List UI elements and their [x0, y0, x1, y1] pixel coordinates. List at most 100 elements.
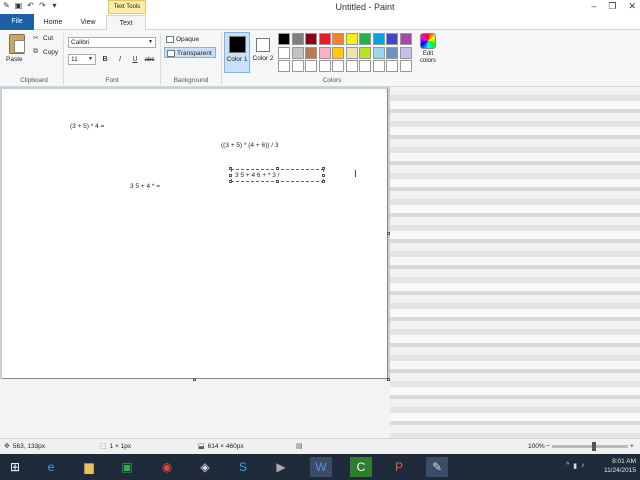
redo-icon[interactable]: ↷: [38, 1, 47, 10]
powerpoint-icon[interactable]: P: [388, 457, 410, 477]
resize-handle[interactable]: [276, 167, 279, 170]
word-icon[interactable]: W: [310, 457, 332, 477]
palette-swatch[interactable]: [332, 60, 344, 72]
resize-handle[interactable]: [229, 174, 232, 177]
internet-explorer-icon[interactable]: e: [40, 457, 62, 477]
chevron-down-icon: ▼: [88, 56, 93, 62]
save-icon[interactable]: ▣: [14, 1, 23, 10]
palette-swatch[interactable]: [318, 60, 331, 72]
palette-swatch[interactable]: [278, 33, 290, 45]
palette-swatch[interactable]: [278, 60, 290, 72]
palette-swatch[interactable]: [318, 33, 331, 45]
separator: [221, 33, 222, 85]
tab-home[interactable]: Home: [36, 15, 70, 30]
palette-swatch[interactable]: [345, 33, 358, 45]
palette-swatch[interactable]: [386, 33, 398, 45]
palette-swatch[interactable]: [332, 33, 344, 45]
selection-icon: ⬚: [100, 443, 107, 450]
zoom-slider[interactable]: [552, 442, 628, 451]
disk-icon: ▤: [296, 443, 303, 450]
opaque-option[interactable]: Opaque: [164, 34, 216, 45]
palette-swatch[interactable]: [305, 46, 317, 59]
separator: [160, 33, 161, 85]
store-icon[interactable]: ▣: [116, 457, 138, 477]
taskbar-clock[interactable]: 8:01 AM 11/24/2015: [604, 457, 636, 475]
colors-group-label: Colors: [322, 77, 342, 84]
virtualbox-icon[interactable]: ◈: [194, 457, 216, 477]
paste-icon[interactable]: [9, 34, 25, 54]
resize-handle[interactable]: [229, 167, 232, 170]
canvas-resize-handle-bottom[interactable]: [193, 378, 196, 381]
color2-button[interactable]: Color 2: [252, 32, 276, 73]
taskbar: ⊞ e ▆ ▣ ◉ ◈ S ▶ W C P ✎ ^ ▮ ♪ 8:01 AM 11…: [0, 454, 640, 480]
drawing-canvas[interactable]: (3 + 5) * 4 = ((3 + 5) * (4 + 6)) / 3 3 …: [2, 89, 388, 379]
camtasia-icon[interactable]: C: [350, 457, 372, 477]
palette-swatch[interactable]: [399, 46, 412, 59]
palette-swatch[interactable]: [332, 46, 344, 59]
network-icon[interactable]: ▮: [573, 462, 577, 470]
italic-button[interactable]: I: [115, 55, 125, 65]
palette-swatch[interactable]: [305, 33, 317, 45]
paste-button[interactable]: Paste: [6, 56, 23, 63]
chrome-icon[interactable]: ◉: [156, 457, 178, 477]
resize-handle[interactable]: [229, 180, 232, 183]
palette-swatch[interactable]: [305, 60, 317, 72]
palette-swatch[interactable]: [386, 60, 398, 72]
palette-swatch[interactable]: [345, 60, 358, 72]
clock-date: 11/24/2015: [603, 467, 636, 474]
paint-taskbar-icon[interactable]: ✎: [426, 457, 448, 477]
chevron-up-icon[interactable]: ^: [566, 462, 569, 470]
palette-swatch[interactable]: [386, 46, 398, 59]
palette-swatch[interactable]: [291, 60, 304, 72]
palette-swatch[interactable]: [359, 33, 371, 45]
copy-button[interactable]: ⧉ Copy: [33, 48, 58, 56]
minimize-button[interactable]: –: [591, 0, 596, 13]
tab-text[interactable]: Text: [106, 15, 146, 31]
customize-qat-icon[interactable]: ▾: [50, 1, 59, 10]
palette-swatch[interactable]: [359, 46, 371, 59]
palette-swatch[interactable]: [372, 33, 385, 45]
skype-icon[interactable]: S: [232, 457, 254, 477]
canvas-text-expr2: ((3 + 5) * (4 + 6)) / 3: [221, 142, 279, 149]
canvas-resize-handle-corner[interactable]: [387, 378, 390, 381]
zoom-slider-thumb[interactable]: [592, 442, 596, 451]
undo-icon[interactable]: ↶: [26, 1, 35, 10]
edit-colors-button[interactable]: Edit colors: [416, 33, 440, 73]
palette-swatch[interactable]: [291, 46, 304, 59]
resize-handle[interactable]: [322, 167, 325, 170]
palette-swatch[interactable]: [399, 33, 412, 45]
zoom-out-button[interactable]: −: [546, 439, 550, 454]
bold-button[interactable]: B: [100, 55, 110, 65]
palette-swatch[interactable]: [345, 46, 358, 59]
canvas-resize-handle-right[interactable]: [387, 232, 390, 235]
palette-swatch[interactable]: [318, 46, 331, 59]
tab-view[interactable]: View: [72, 15, 104, 30]
underline-button[interactable]: U: [130, 55, 140, 65]
start-windows-icon[interactable]: ⊞: [4, 457, 26, 477]
palette-swatch[interactable]: [372, 60, 385, 72]
color1-button[interactable]: Color 1: [224, 32, 250, 73]
background-area-bottom: [0, 379, 390, 438]
palette-swatch[interactable]: [372, 46, 385, 59]
volume-icon[interactable]: ♪: [581, 462, 585, 470]
transparent-option[interactable]: Transparent: [164, 47, 216, 58]
font-family-select[interactable]: Calibri ▼: [68, 37, 156, 48]
maximize-button[interactable]: ❐: [608, 0, 616, 13]
palette-swatch[interactable]: [359, 60, 371, 72]
close-button[interactable]: ✕: [628, 0, 636, 13]
palette-swatch[interactable]: [278, 46, 290, 59]
resize-handle[interactable]: [322, 180, 325, 183]
resize-handle[interactable]: [276, 180, 279, 183]
cut-button[interactable]: ✂ Cut: [33, 34, 53, 43]
strikethrough-button[interactable]: abc: [143, 55, 156, 65]
tab-file[interactable]: File: [0, 14, 34, 30]
zoom-in-button[interactable]: +: [630, 439, 634, 454]
resize-handle[interactable]: [322, 174, 325, 177]
paint-app-icon[interactable]: ✎: [2, 1, 11, 10]
font-size-select[interactable]: 11 ▼: [68, 54, 96, 65]
palette-swatch[interactable]: [399, 60, 412, 72]
palette-swatch[interactable]: [291, 33, 304, 45]
media-player-icon[interactable]: ▶: [270, 457, 292, 477]
color1-swatch: [229, 36, 246, 53]
file-explorer-icon[interactable]: ▆: [78, 457, 100, 477]
